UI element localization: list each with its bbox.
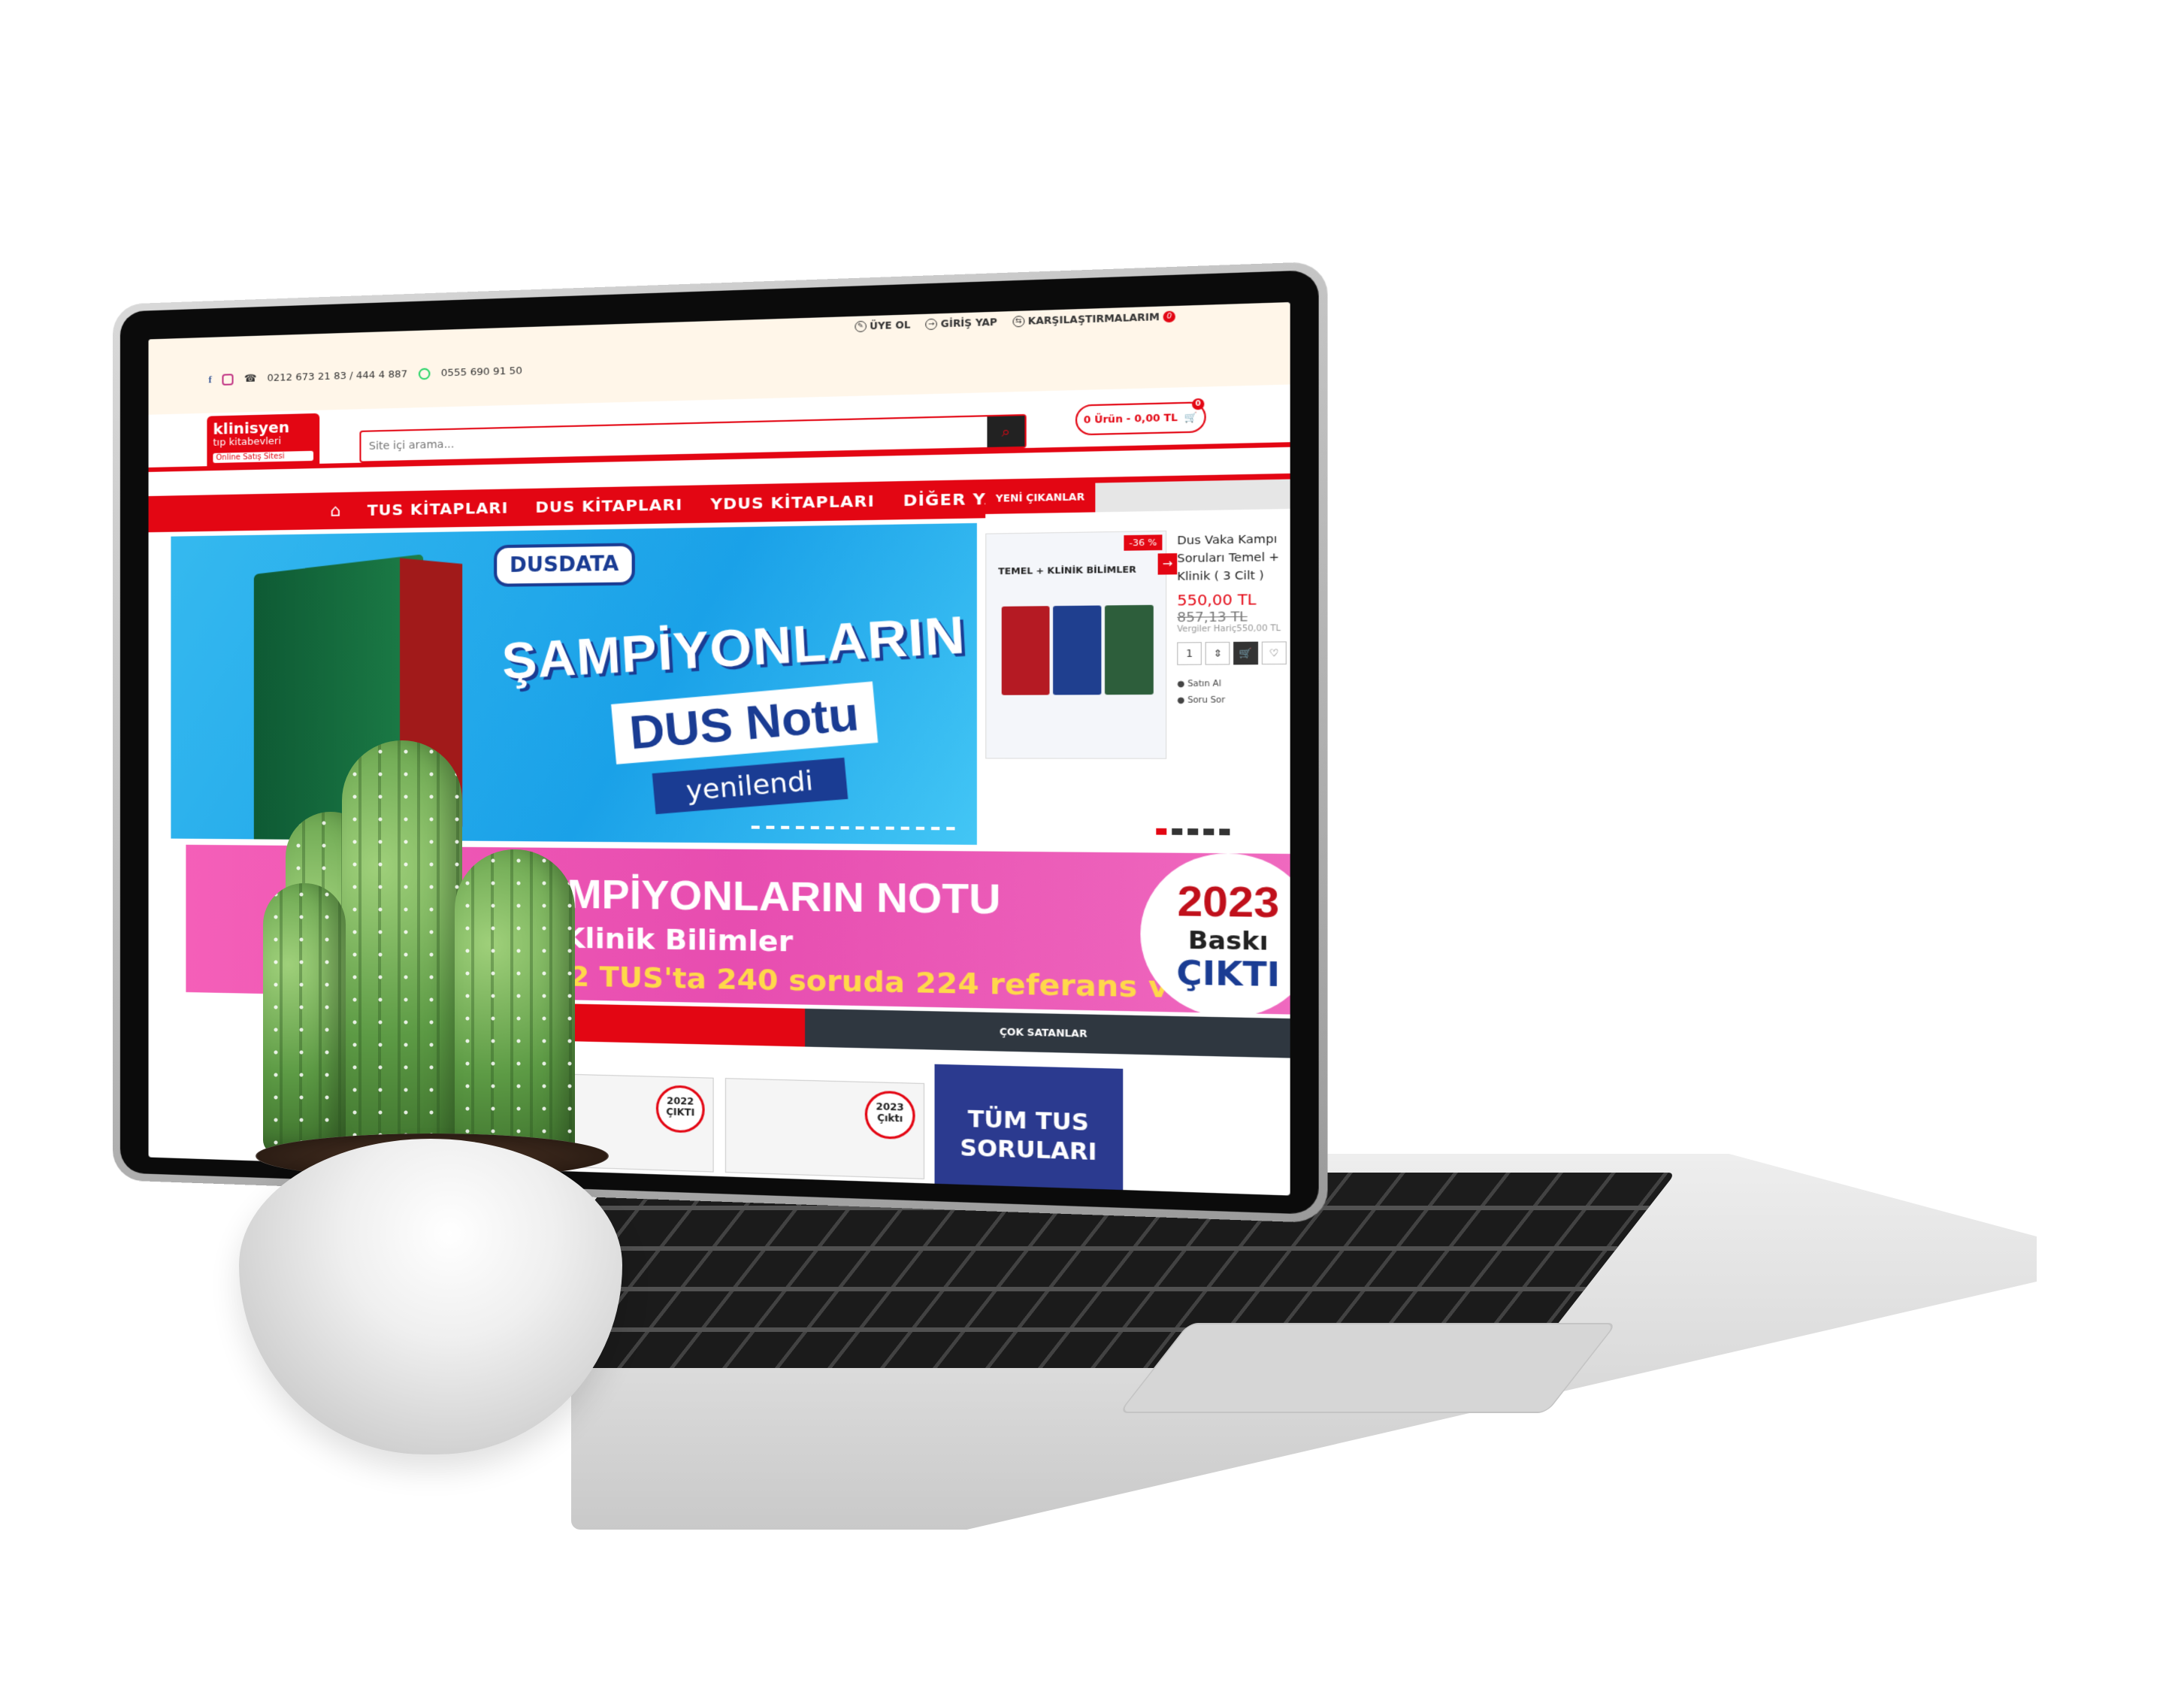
signup-link[interactable]: ✎ ÜYE OL <box>855 319 911 333</box>
product-card[interactable]: 2022 ÇIKTI <box>520 1073 714 1173</box>
nav-item-ydus[interactable]: YDUS KİTAPLARI <box>710 492 875 513</box>
ask-link[interactable]: ● Soru Sor <box>1177 692 1290 709</box>
buy-link[interactable]: ● Satın Al <box>1177 676 1290 693</box>
logo-line2: tıp kitabevleri <box>213 435 282 449</box>
laptop-trackpad <box>1118 1323 1617 1413</box>
hero-brand-logo: DUSDATA <box>494 543 635 587</box>
quantity-stepper[interactable]: 1 <box>1177 642 1202 665</box>
promo-badge-word: Baskı <box>1187 926 1269 957</box>
product-links: ● Satın Al ● Soru Sor <box>1177 676 1290 709</box>
tab-bestsellers[interactable]: ÇOK SATANLAR <box>805 1008 1290 1058</box>
site-topbar: ✎ ÜYE OL → GİRİŞ YAP ⇆ KARŞILAŞTIRMALARIM 0 … <box>148 301 1290 415</box>
qty-arrows-icon[interactable]: ⇕ <box>1205 641 1230 665</box>
contact-row: f ☎ 0212 673 21 83 / 444 4 887 0555 690 … <box>208 365 522 386</box>
login-icon: → <box>925 318 938 331</box>
laptop-lid: ✎ ÜYE OL → GİRİŞ YAP ⇆ KARŞILAŞTIRMALARIM 0 … <box>113 261 1328 1224</box>
promo-title: ŞAMPİYONLARIN NOTU <box>510 871 1001 924</box>
product-name[interactable]: Dus Vaka Kampı Soruları Temel + Klinik (… <box>1177 530 1290 586</box>
hero-title: ŞAMPİYONLARIN <box>500 604 967 690</box>
hero-subtitle: DUS Notu <box>611 681 879 764</box>
nav-item-dus[interactable]: DUS KİTAPLARI <box>535 495 682 516</box>
facebook-icon[interactable]: f <box>208 374 211 386</box>
side-tabs: YENİ ÇIKANLAR <box>985 479 1290 514</box>
product-card[interactable]: 2023 Çıktı <box>724 1078 925 1179</box>
promo-badge: 2023 Baskı ÇIKTI <box>1140 852 1290 1015</box>
instagram-icon[interactable] <box>222 373 234 386</box>
phone-icon: ☎ <box>244 372 257 385</box>
logo-line1: klinisyen <box>213 417 290 438</box>
product-info: Dus Vaka Kampı Soruları Temel + Klinik (… <box>1177 530 1290 709</box>
hero-tag: yenilendi <box>652 758 848 815</box>
card-badge: 2023 Çıktı <box>453 1079 501 1127</box>
search-button[interactable]: ⌕ <box>987 416 1025 448</box>
buy-label: Satın Al <box>1187 679 1221 689</box>
product-controls: 1 ⇕ 🛒 ♡ <box>1177 641 1290 665</box>
tab-featured[interactable] <box>280 997 806 1047</box>
nav-item-tus[interactable]: TUS KİTAPLARI <box>368 498 509 519</box>
book-cover <box>1001 606 1050 695</box>
cart-icon: 🛒 <box>1184 411 1198 424</box>
product-tax-note: Vergiler Hariç550,00 TL <box>1177 624 1281 634</box>
browser-viewport: ✎ ÜYE OL → GİRİŞ YAP ⇆ KARŞILAŞTIRMALARIM 0 … <box>148 301 1290 1196</box>
phone-numbers: 0212 673 21 83 / 444 4 887 <box>267 368 408 384</box>
whatsapp-icon[interactable] <box>418 368 431 380</box>
slider-dot[interactable] <box>1219 828 1230 836</box>
compare-icon: ⇆ <box>1012 315 1025 328</box>
new-releases-panel: YENİ ÇIKANLAR -36 % TEMEL + KLİNİK BİLİM… <box>985 479 1290 850</box>
search-input[interactable] <box>361 425 988 453</box>
search-icon: ⌕ <box>1001 422 1011 440</box>
product-old-price: 857,13 TL <box>1177 609 1248 625</box>
favorite-icon[interactable]: ♡ <box>1261 641 1287 665</box>
tus-ad-banner[interactable]: TÜM TUS SORULARI <box>934 1064 1124 1196</box>
slider-dot[interactable] <box>1203 828 1215 836</box>
slider-dot[interactable] <box>1156 828 1167 835</box>
compare-link[interactable]: ⇆ KARŞILAŞTIRMALARIM 0 <box>1012 310 1175 328</box>
logo-line3: Online Satış Sitesi <box>213 450 313 464</box>
promo-badge-out: ÇIKTI <box>1176 955 1281 995</box>
mockup-stage: ✎ ÜYE OL → GİRİŞ YAP ⇆ KARŞILAŞTIRMALARIM 0 … <box>0 0 2184 1701</box>
compare-label: KARŞILAŞTIRMALARIM <box>1027 311 1160 327</box>
promo-line3: 2022 TUS'ta 240 soruda 224 referans verd… <box>510 960 1239 1006</box>
login-link[interactable]: → GİRİŞ YAP <box>925 316 997 331</box>
login-label: GİRİŞ YAP <box>940 316 997 330</box>
promo-badge-year: 2023 <box>1177 878 1280 928</box>
book-cover <box>1053 605 1102 695</box>
cart-count-badge: 0 <box>1192 398 1205 410</box>
cart-button[interactable]: 0 Ürün - 0,00 TL 🛒 0 <box>1075 398 1206 436</box>
add-to-cart-icon[interactable]: 🛒 <box>1233 641 1259 665</box>
tab-new-releases[interactable]: YENİ ÇIKANLAR <box>985 483 1095 514</box>
product-cards: 2023 Çıktı 2022 ÇIKTI 2023 Çıktı <box>322 1067 925 1179</box>
promo-banner[interactable]: ŞAMPİYONLARIN NOTU el+Klinik Bilimler 20… <box>186 844 1290 1015</box>
whatsapp-number: 0555 690 91 50 <box>440 365 523 379</box>
hero-stripe <box>751 825 960 831</box>
hero-book-image <box>253 554 424 845</box>
hero-slider[interactable]: DUSDATA ŞAMPİYONLARIN DUS Notu yenilendi <box>171 522 977 845</box>
discount-badge: -36 % <box>1124 534 1163 551</box>
product-price: 550,00 TL <box>1177 591 1257 610</box>
book-cover <box>1105 604 1154 695</box>
ask-label: Soru Sor <box>1187 695 1226 706</box>
card-badge: 2022 ÇIKTI <box>655 1085 705 1133</box>
cart-label: 0 Ürün - 0,00 TL <box>1083 412 1178 426</box>
compare-count-badge: 0 <box>1163 310 1175 323</box>
tus-ad-line2: SORULARI <box>960 1134 1097 1166</box>
account-links: ✎ ÜYE OL → GİRİŞ YAP ⇆ KARŞILAŞTIRMALARIM 0 <box>855 310 1175 333</box>
home-icon[interactable]: ⌂ <box>330 501 340 521</box>
slider-dot[interactable] <box>1172 828 1183 835</box>
slider-dot[interactable] <box>1187 828 1199 835</box>
product-image-label: TEMEL + KLİNİK BİLİMLER <box>998 564 1136 577</box>
signup-label: ÜYE OL <box>870 319 911 332</box>
laptop-bezel: ✎ ÜYE OL → GİRİŞ YAP ⇆ KARŞILAŞTIRMALARIM 0 … <box>119 270 1319 1215</box>
slider-dots <box>1156 828 1230 836</box>
product-card[interactable]: 2023 Çıktı <box>322 1067 510 1166</box>
card-badge: 2023 Çıktı <box>864 1090 915 1140</box>
next-product-button[interactable]: → <box>1157 553 1178 575</box>
promo-line2: el+Klinik Bilimler <box>510 922 794 959</box>
user-icon: ✎ <box>855 320 867 333</box>
product-image[interactable]: -36 % TEMEL + KLİNİK BİLİMLER <box>985 530 1167 759</box>
